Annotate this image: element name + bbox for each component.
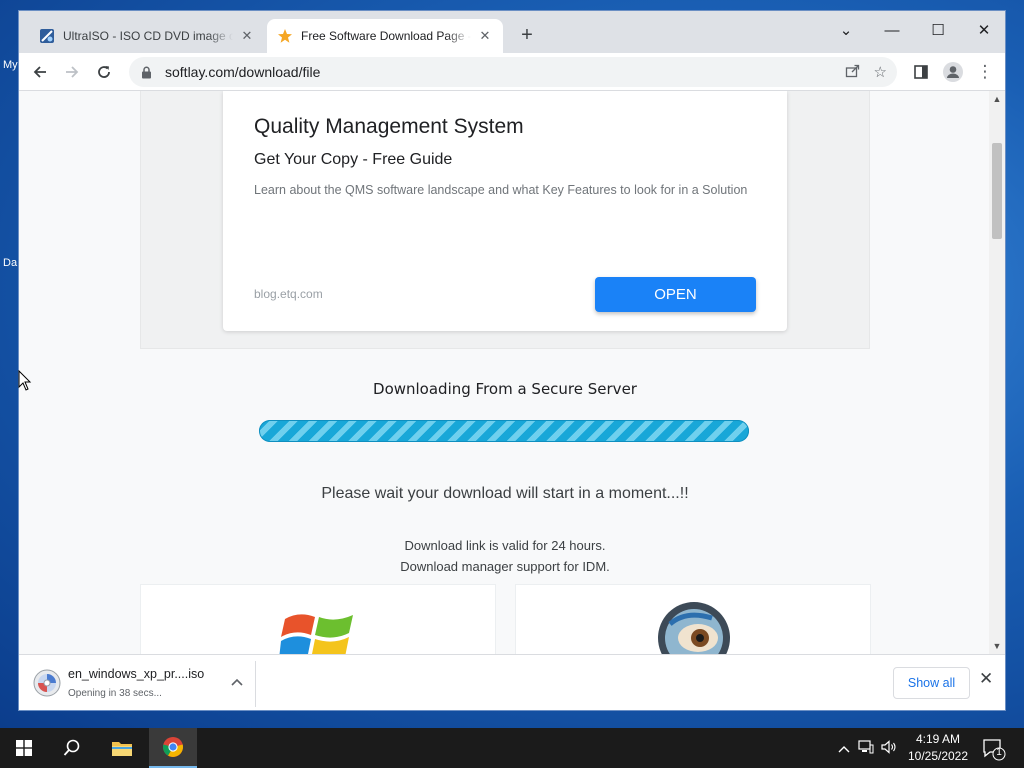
ad-subtitle[interactable]: Get Your Copy - Free Guide — [254, 151, 452, 169]
desktop-icon-label-fragment[interactable]: My — [3, 59, 18, 71]
tab-strip: UltraISO - ISO CD DVD image creator ✕ Fr… — [19, 11, 1005, 53]
clock-time: 4:19 AM — [915, 732, 961, 746]
search-icon[interactable] — [48, 728, 96, 768]
ad-domain: blog.etq.com — [254, 287, 323, 301]
lock-icon[interactable] — [141, 66, 155, 79]
download-progress-bar — [259, 420, 749, 442]
software-card[interactable] — [515, 584, 871, 654]
tab-softlay[interactable]: Free Software Download Page - Softlay ✕ — [267, 19, 503, 53]
side-panel-icon[interactable] — [908, 59, 934, 85]
tab-close-icon[interactable]: ✕ — [477, 28, 493, 44]
scrollbar-thumb[interactable] — [992, 143, 1002, 239]
address-bar[interactable]: softlay.com/download/file ☆ — [129, 57, 897, 87]
chevron-up-icon[interactable] — [231, 675, 243, 689]
start-windows-icon[interactable] — [0, 728, 48, 768]
disc-image-icon — [33, 669, 61, 697]
shelf-divider — [255, 661, 256, 707]
menu-dots-icon[interactable]: ⋮ — [972, 59, 998, 85]
ad-card[interactable]: Quality Management System Get Your Copy … — [223, 91, 787, 331]
profile-avatar-icon[interactable] — [940, 59, 966, 85]
show-all-button[interactable]: Show all — [893, 667, 970, 699]
idm-support-text: Download manager support for IDM. — [400, 559, 610, 574]
reload-icon[interactable] — [91, 59, 117, 85]
page-scrollbar[interactable]: ▲ ▼ — [989, 91, 1005, 654]
url-text[interactable]: softlay.com/download/file — [165, 64, 320, 80]
browser-toolbar: softlay.com/download/file ☆ ⋮ — [19, 53, 1005, 91]
scroll-down-icon[interactable]: ▼ — [989, 641, 1005, 651]
notification-center-icon[interactable]: 1 — [980, 736, 1006, 762]
browser-window: UltraISO - ISO CD DVD image creator ✕ Fr… — [18, 10, 1006, 711]
media-eye-icon — [656, 600, 732, 654]
mouse-cursor-icon — [18, 369, 32, 397]
scroll-up-icon[interactable]: ▲ — [989, 94, 1005, 104]
file-explorer-icon[interactable] — [98, 728, 146, 768]
windows-logo-icon — [279, 603, 359, 654]
ultraiso-icon — [39, 28, 55, 44]
wait-message: Please wait your download will start in … — [321, 485, 689, 502]
back-icon[interactable] — [27, 59, 53, 85]
tab-close-icon[interactable]: ✕ — [239, 28, 255, 44]
bookmark-star-icon[interactable]: ☆ — [874, 63, 887, 81]
minimize-button[interactable]: — — [869, 17, 915, 45]
download-item[interactable]: en_windows_xp_pr....iso Opening in 38 se… — [29, 661, 257, 707]
volume-icon[interactable] — [881, 739, 897, 757]
forward-icon[interactable] — [59, 59, 85, 85]
close-shelf-icon[interactable]: ✕ — [979, 669, 993, 689]
link-valid-text: Download link is valid for 24 hours. — [404, 538, 606, 553]
share-icon[interactable] — [845, 63, 860, 82]
download-shelf: en_windows_xp_pr....iso Opening in 38 se… — [19, 654, 1005, 710]
notification-count: 1 — [996, 747, 1002, 758]
clock-date: 10/25/2022 — [907, 749, 969, 763]
download-status: Opening in 38 secs... — [68, 688, 162, 699]
download-info: Download link is valid for 24 hours. Dow… — [19, 535, 991, 577]
download-heading: Downloading From a Secure Server — [373, 380, 637, 398]
chrome-icon[interactable] — [149, 728, 197, 768]
software-card[interactable] — [140, 584, 496, 654]
star-icon — [277, 28, 293, 44]
desktop-icon-label-fragment[interactable]: Da — [3, 257, 17, 269]
ad-open-button[interactable]: OPEN — [595, 277, 756, 312]
network-icon[interactable] — [858, 739, 874, 757]
taskbar-clock[interactable]: 4:19 AM 10/25/2022 — [902, 731, 974, 765]
page-viewport: Quality Management System Get Your Copy … — [19, 91, 991, 654]
tab-search-icon[interactable]: ⌄ — [823, 17, 869, 45]
tab-title: Free Software Download Page - Softlay — [301, 29, 471, 43]
new-tab-button[interactable]: + — [515, 23, 539, 47]
close-window-button[interactable]: ✕ — [961, 17, 1005, 45]
chevron-up-tray-icon[interactable] — [838, 741, 850, 756]
download-filename: en_windows_xp_pr....iso — [68, 667, 205, 681]
maximize-button[interactable]: ☐ — [915, 17, 961, 45]
tab-ultraiso[interactable]: UltraISO - ISO CD DVD image creator ✕ — [29, 19, 265, 53]
ad-container: Quality Management System Get Your Copy … — [140, 91, 870, 349]
system-tray — [838, 728, 897, 768]
ad-description: Learn about the QMS software landscape a… — [254, 183, 748, 197]
taskbar: 4:19 AM 10/25/2022 1 — [0, 728, 1024, 768]
tab-title: UltraISO - ISO CD DVD image creator — [63, 29, 233, 43]
ad-title[interactable]: Quality Management System — [254, 115, 524, 139]
